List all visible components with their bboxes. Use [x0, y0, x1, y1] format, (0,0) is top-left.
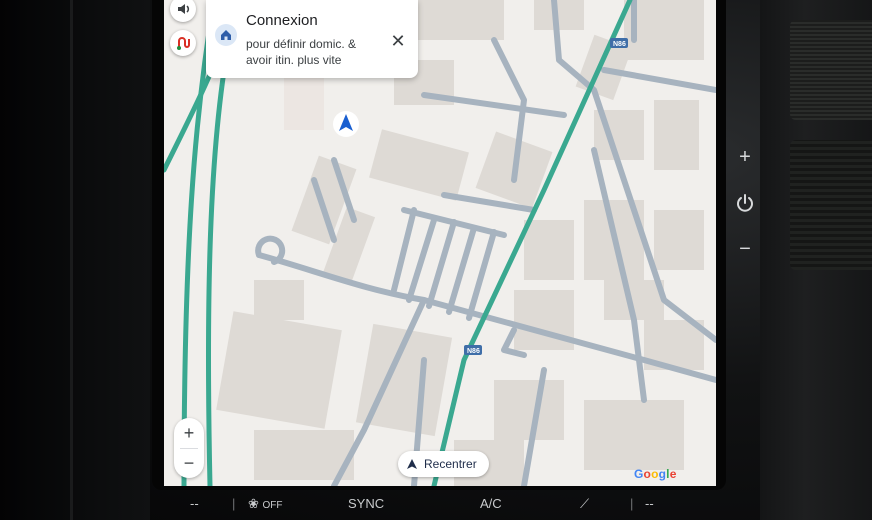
- volume-button[interactable]: [170, 0, 196, 22]
- alternate-routes-icon: [177, 37, 190, 50]
- zoom-out-button[interactable]: −: [174, 448, 204, 478]
- alternate-routes-button[interactable]: [170, 30, 196, 56]
- ac-button[interactable]: A/C: [480, 496, 502, 511]
- zoom-in-button[interactable]: +: [174, 418, 204, 448]
- air-vent-grille: [790, 20, 872, 120]
- google-attribution: Google: [634, 467, 677, 481]
- hardware-minus-button[interactable]: −: [728, 232, 762, 266]
- notification-body: pour définir domic. & avoir itin. plus v…: [246, 37, 357, 67]
- notification-title: Connexion: [246, 12, 318, 29]
- fan-icon: ❀: [248, 496, 259, 511]
- navigation-arrow-icon: [333, 111, 359, 137]
- road-label-n86-bottom: N86: [467, 348, 480, 355]
- map-screen[interactable]: N86 N86 Connexion pour définir domic. & …: [164, 0, 716, 486]
- left-temperature[interactable]: --: [190, 496, 199, 511]
- seat-heat-icon[interactable]: ⟋: [580, 496, 589, 512]
- fan-off-button[interactable]: ❀ OFF: [248, 496, 283, 512]
- car-dashboard: + − N86 N86 Connexion pour définir domic…: [0, 0, 872, 520]
- fan-off-label: OFF: [262, 500, 283, 511]
- sign-in-notification[interactable]: Connexion pour définir domic. & avoir it…: [206, 0, 418, 78]
- air-vent-grille-lower: [790, 140, 872, 270]
- car-interior-left: [0, 0, 150, 520]
- volume-icon: [178, 4, 190, 14]
- recenter-label: Recentrer: [424, 457, 477, 471]
- road-label-n86-top: N86: [613, 41, 626, 48]
- navigation-arrow-small-icon: [407, 459, 417, 469]
- zoom-control: + −: [174, 418, 204, 478]
- climate-control-bar: -- | ❀ OFF SYNC A/C ⟋ | --: [190, 496, 654, 512]
- sync-button[interactable]: SYNC: [348, 496, 384, 511]
- hardware-plus-button[interactable]: +: [728, 140, 762, 174]
- recenter-button[interactable]: Recentrer: [398, 451, 489, 477]
- home-icon: [215, 24, 237, 46]
- right-temperature[interactable]: --: [645, 496, 654, 511]
- close-icon[interactable]: ✕: [387, 30, 409, 52]
- power-icon[interactable]: [728, 186, 762, 220]
